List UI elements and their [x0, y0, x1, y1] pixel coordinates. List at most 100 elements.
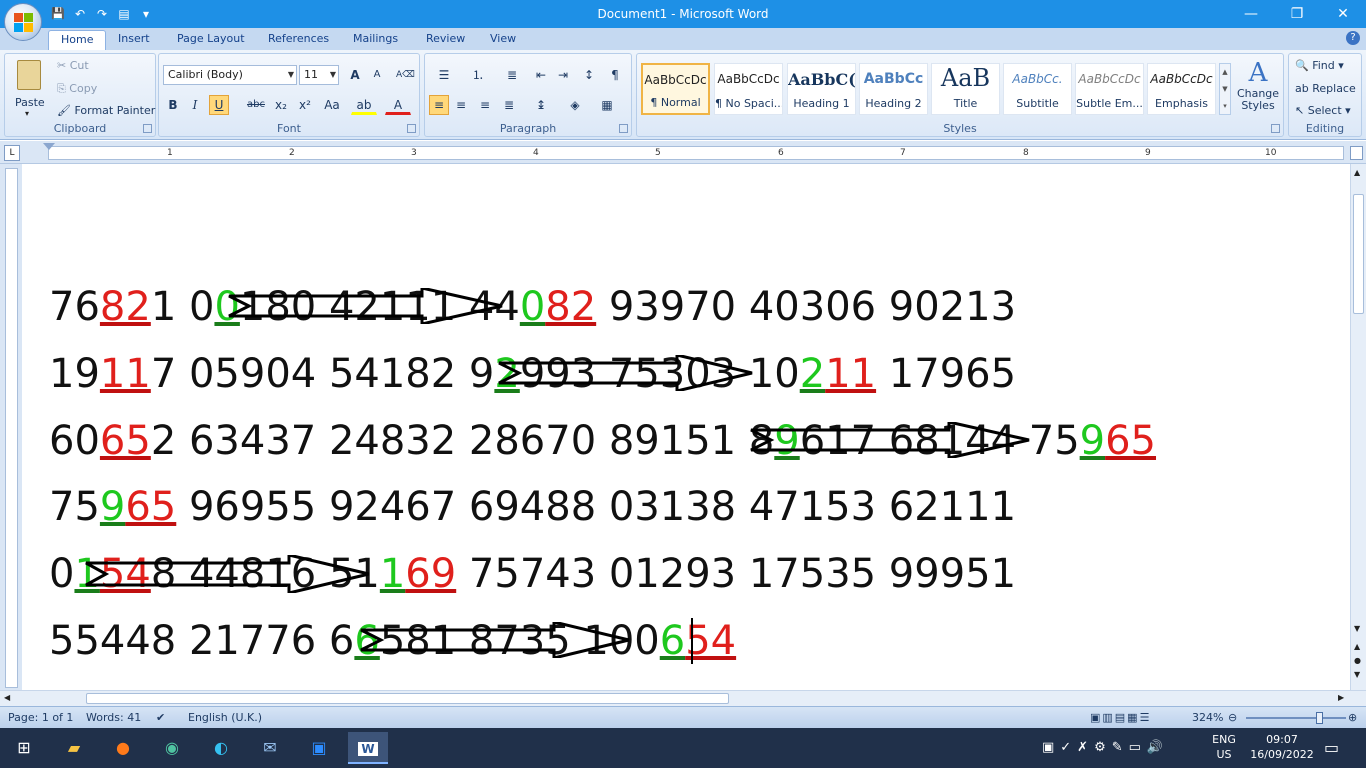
- next-page-icon[interactable]: ▼: [1354, 670, 1360, 679]
- office-button[interactable]: [4, 3, 42, 41]
- zoom-out-icon[interactable]: ⊖: [1228, 711, 1237, 724]
- styles-scroll[interactable]: ▲ ▼ ▾: [1219, 63, 1231, 115]
- style-heading-1[interactable]: AaBbC( Heading 1: [787, 63, 856, 115]
- change-case-button[interactable]: Aa: [319, 95, 345, 115]
- app-b-icon[interactable]: ◉: [152, 732, 192, 764]
- increase-indent-icon[interactable]: ⇥: [553, 65, 573, 85]
- tab-insert[interactable]: Insert: [106, 30, 162, 50]
- tab-home[interactable]: Home: [48, 30, 107, 50]
- indent-marker-icon[interactable]: [43, 143, 55, 150]
- clear-formatting-icon[interactable]: A⌫: [395, 65, 415, 85]
- arrow-shape-2[interactable]: [497, 355, 757, 391]
- view-buttons-icon[interactable]: ▣▥▤▦☰: [1090, 711, 1151, 724]
- numbering-icon[interactable]: ⒈: [463, 65, 493, 85]
- mail-icon[interactable]: ✉: [250, 732, 290, 764]
- subscript-button[interactable]: x₂: [271, 95, 291, 115]
- page-count[interactable]: Page: 1 of 1: [8, 711, 73, 724]
- arrow-shape-3[interactable]: [749, 422, 1034, 458]
- find-button[interactable]: 🔍 Find ▾: [1295, 59, 1344, 72]
- line-spacing-icon[interactable]: ↨: [527, 95, 555, 115]
- arrow-shape-1[interactable]: [227, 288, 507, 324]
- style-emphasis[interactable]: AaBbCcDc Emphasis: [1147, 63, 1216, 115]
- zoom-in-icon[interactable]: ⊕: [1348, 711, 1357, 724]
- shrink-font-button[interactable]: A: [367, 65, 387, 85]
- tab-references[interactable]: References: [256, 30, 341, 50]
- style-heading-2[interactable]: AaBbCc Heading 2: [859, 63, 928, 115]
- windows-start-icon[interactable]: ⊞: [4, 732, 44, 764]
- tab-selector-button[interactable]: L: [4, 145, 20, 161]
- document-line[interactable]: 76821 00180 42111 44082 93970 40306 9021…: [49, 284, 1016, 330]
- firefox-icon[interactable]: ●: [103, 732, 143, 764]
- align-center-icon[interactable]: ≡: [451, 95, 471, 115]
- align-left-icon[interactable]: ≡: [429, 95, 449, 115]
- bullets-icon[interactable]: ☰: [429, 65, 459, 85]
- language-indicator[interactable]: English (U.K.): [188, 711, 262, 724]
- input-language[interactable]: ENG US: [1212, 733, 1236, 768]
- replace-button[interactable]: ab Replace: [1295, 82, 1356, 95]
- proofing-icon[interactable]: ✔: [156, 711, 165, 724]
- highlight-icon[interactable]: ab: [351, 95, 377, 115]
- select-button[interactable]: ↖ Select ▾: [1295, 104, 1351, 117]
- word-count[interactable]: Words: 41: [86, 711, 141, 724]
- close-button[interactable]: ✕: [1320, 0, 1366, 28]
- show-formatting-button[interactable]: ¶: [605, 65, 625, 85]
- format-painter-button[interactable]: 🖌 Format Painter: [57, 104, 155, 117]
- style-title[interactable]: AaB Title: [931, 63, 1000, 115]
- scroll-left-icon[interactable]: ◀: [4, 693, 10, 702]
- paste-button[interactable]: Paste ▾: [9, 58, 49, 118]
- multilevel-list-icon[interactable]: ≣: [497, 65, 527, 85]
- decrease-indent-icon[interactable]: ⇤: [531, 65, 551, 85]
- style-normal[interactable]: AaBbCcDc ¶ Normal: [641, 63, 710, 115]
- cut-button[interactable]: ✂ Cut: [57, 59, 89, 72]
- arrow-shape-5[interactable]: [359, 622, 634, 658]
- document-page[interactable]: 76821 00180 42111 44082 93970 40306 9021…: [22, 164, 1350, 690]
- restore-button[interactable]: ❐: [1274, 0, 1320, 28]
- styles-launcher-icon[interactable]: [1271, 124, 1280, 133]
- font-name-combo[interactable]: Calibri (Body) ▼: [163, 65, 297, 85]
- font-size-combo[interactable]: 11 ▼: [299, 65, 339, 85]
- font-launcher-icon[interactable]: [407, 124, 416, 133]
- tab-review[interactable]: Review: [414, 30, 477, 50]
- tab-page-layout[interactable]: Page Layout: [165, 30, 257, 50]
- minimize-button[interactable]: —: [1228, 0, 1274, 28]
- grow-font-button[interactable]: A: [345, 65, 365, 85]
- font-color-icon[interactable]: A: [385, 95, 411, 115]
- zalo-icon[interactable]: ▣: [299, 732, 339, 764]
- borders-icon[interactable]: ▦: [593, 95, 621, 115]
- vertical-scrollbar[interactable]: ▲ ▼ ▲ ● ▼: [1350, 164, 1366, 690]
- change-styles-button[interactable]: A Change Styles: [1235, 58, 1281, 120]
- justify-icon[interactable]: ≣: [499, 95, 519, 115]
- copy-button[interactable]: ⎘ Copy: [57, 82, 97, 96]
- word-taskbar-icon[interactable]: W: [348, 732, 388, 764]
- horizontal-scrollbar[interactable]: ◀ ▶: [0, 690, 1366, 706]
- tab-view[interactable]: View: [478, 30, 528, 50]
- scroll-up-icon[interactable]: ▲: [1354, 168, 1360, 177]
- scroll-right-icon[interactable]: ▶: [1338, 693, 1344, 702]
- style-no-spacing[interactable]: AaBbCcDc ¶ No Spaci...: [714, 63, 783, 115]
- system-tray-icons[interactable]: ▣✓✗⚙✎▭🔊: [1042, 740, 1169, 768]
- edge-icon[interactable]: ◐: [201, 732, 241, 764]
- strikethrough-button[interactable]: abc: [243, 95, 269, 115]
- file-explorer-icon[interactable]: ▰: [54, 732, 94, 764]
- align-right-icon[interactable]: ≡: [475, 95, 495, 115]
- shading-icon[interactable]: ◈: [561, 95, 589, 115]
- scroll-down-icon[interactable]: ▼: [1354, 624, 1360, 633]
- paragraph-launcher-icon[interactable]: [619, 124, 628, 133]
- horizontal-scroll-thumb[interactable]: [86, 693, 729, 704]
- bold-button[interactable]: B: [163, 95, 183, 115]
- previous-page-icon[interactable]: ▲: [1354, 642, 1360, 651]
- help-icon[interactable]: ?: [1346, 31, 1360, 45]
- arrow-shape-4[interactable]: [84, 555, 374, 593]
- document-line[interactable]: 75965 96955 92467 69488 03138 47153 6211…: [49, 484, 1016, 530]
- clock[interactable]: 09:07 16/09/2022: [1250, 733, 1314, 768]
- vertical-ruler-strip[interactable]: [5, 168, 18, 688]
- zoom-slider-thumb[interactable]: [1316, 712, 1323, 724]
- italic-button[interactable]: I: [185, 95, 205, 115]
- notifications-icon[interactable]: ▭: [1324, 738, 1339, 768]
- tab-mailings[interactable]: Mailings: [341, 30, 410, 50]
- underline-button[interactable]: U: [209, 95, 229, 115]
- clipboard-launcher-icon[interactable]: [143, 124, 152, 133]
- browse-object-icon[interactable]: ●: [1354, 656, 1361, 665]
- style-subtle-emphasis[interactable]: AaBbCcDc Subtle Em...: [1075, 63, 1144, 115]
- vertical-scroll-thumb[interactable]: [1353, 194, 1364, 314]
